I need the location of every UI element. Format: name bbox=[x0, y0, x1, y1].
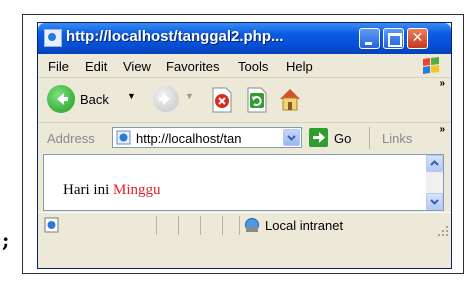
address-label: Address bbox=[47, 131, 95, 146]
page-prefix-text: Hari ini bbox=[63, 182, 110, 198]
status-divider bbox=[239, 216, 240, 235]
minimize-icon bbox=[365, 42, 372, 45]
address-input[interactable]: http://localhost/tan bbox=[112, 127, 302, 148]
maximize-button[interactable] bbox=[383, 28, 404, 49]
window-title: http://localhost/tanggal2.php... bbox=[66, 28, 284, 45]
maximize-icon bbox=[388, 33, 402, 47]
status-divider bbox=[156, 216, 157, 235]
home-icon[interactable] bbox=[276, 85, 304, 113]
address-url: http://localhost/tan bbox=[136, 131, 242, 146]
chevron-down-icon bbox=[287, 135, 296, 141]
menu-tools[interactable]: Tools bbox=[238, 59, 268, 74]
forward-dropdown-icon[interactable]: ▼ bbox=[185, 91, 194, 101]
menu-edit[interactable]: Edit bbox=[85, 59, 107, 74]
address-dropdown-button[interactable] bbox=[283, 129, 300, 146]
chevron-up-icon bbox=[430, 160, 439, 166]
go-label[interactable]: Go bbox=[334, 131, 351, 146]
scroll-up-button[interactable] bbox=[426, 155, 443, 172]
menu-help[interactable]: Help bbox=[286, 59, 313, 74]
security-zone-label: Local intranet bbox=[265, 218, 344, 233]
left-punctuation: ; bbox=[2, 228, 10, 252]
browser-window: http://localhost/tanggal2.php... ✕ File … bbox=[37, 22, 452, 269]
status-bar: Local intranet bbox=[38, 212, 451, 239]
status-divider bbox=[178, 216, 179, 235]
resize-grip-icon[interactable] bbox=[437, 225, 449, 237]
status-divider bbox=[222, 216, 223, 235]
links-label[interactable]: Links bbox=[382, 131, 412, 146]
menu-bar: File Edit View Favorites Tools Help bbox=[38, 55, 451, 78]
address-bar: Address http://localhost/tan Go Links » bbox=[38, 123, 451, 153]
back-arrow-icon bbox=[57, 93, 68, 105]
title-bar[interactable]: http://localhost/tanggal2.php... ✕ bbox=[38, 23, 451, 54]
close-icon: ✕ bbox=[411, 30, 424, 46]
minimize-button[interactable] bbox=[359, 28, 380, 49]
forward-arrow-icon bbox=[159, 93, 170, 105]
links-overflow-icon[interactable]: » bbox=[439, 124, 445, 135]
menu-file[interactable]: File bbox=[48, 59, 69, 74]
forward-button[interactable] bbox=[153, 86, 179, 112]
windows-logo-icon bbox=[423, 57, 439, 74]
ie-page-icon bbox=[44, 29, 62, 47]
page-content: Hari ini Minggu bbox=[43, 154, 444, 211]
back-label[interactable]: Back bbox=[80, 92, 109, 107]
standard-toolbar: Back ▼ ▼ » bbox=[38, 78, 451, 123]
status-divider bbox=[200, 216, 201, 235]
page-body-text: Hari ini Minggu bbox=[63, 182, 161, 199]
page-icon bbox=[116, 130, 131, 145]
vertical-scrollbar[interactable] bbox=[426, 155, 443, 210]
back-dropdown-icon[interactable]: ▼ bbox=[127, 91, 136, 101]
close-button[interactable]: ✕ bbox=[407, 28, 428, 49]
back-button[interactable] bbox=[47, 85, 75, 113]
intranet-zone-icon bbox=[245, 218, 259, 232]
chevron-down-icon bbox=[430, 199, 439, 205]
scroll-down-button[interactable] bbox=[426, 193, 443, 210]
page-day-text: Minggu bbox=[113, 182, 161, 198]
go-arrow-icon bbox=[313, 132, 325, 143]
address-separator bbox=[369, 127, 370, 149]
go-button[interactable] bbox=[309, 128, 328, 147]
page-status-icon bbox=[44, 217, 59, 233]
menu-view[interactable]: View bbox=[123, 59, 151, 74]
menu-favorites[interactable]: Favorites bbox=[166, 59, 219, 74]
stop-icon[interactable] bbox=[210, 87, 234, 113]
toolbar-overflow-icon[interactable]: » bbox=[439, 78, 445, 89]
refresh-icon[interactable] bbox=[245, 87, 269, 113]
